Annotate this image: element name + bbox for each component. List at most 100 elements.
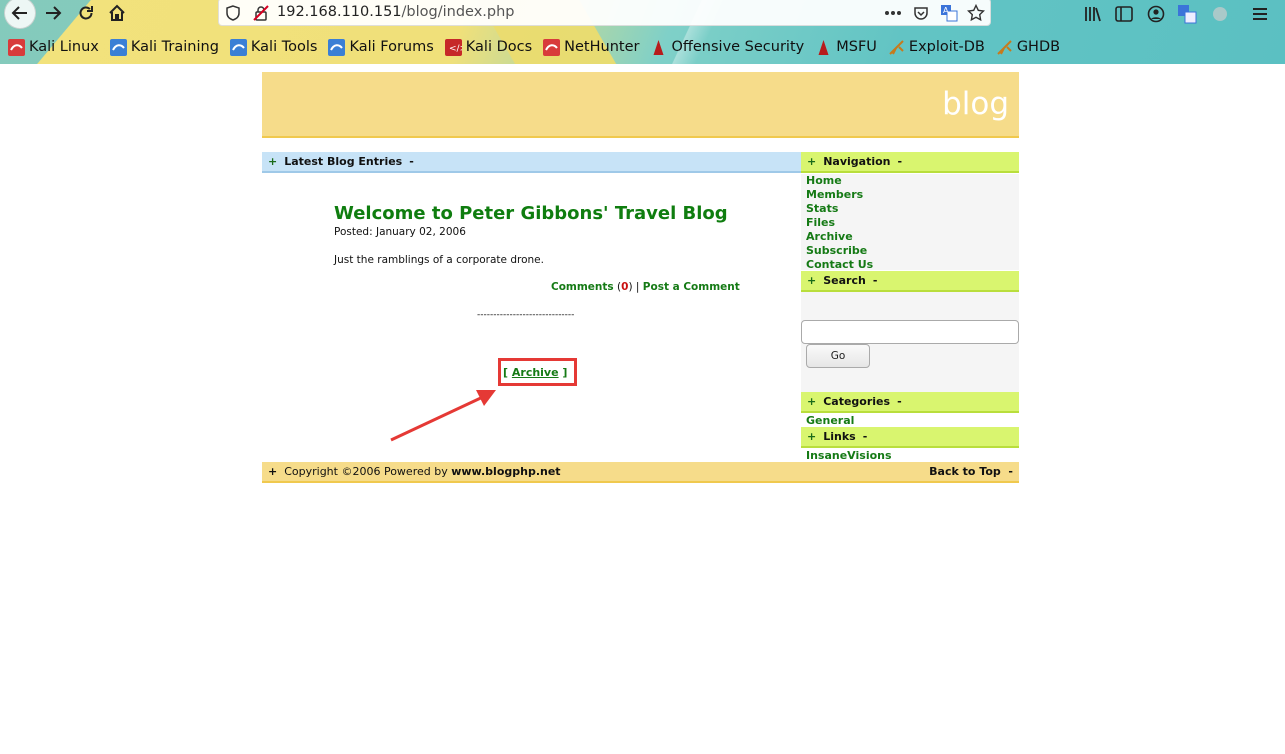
back-to-top-link[interactable]: Back to Top - <box>929 465 1013 478</box>
forward-button[interactable] <box>38 0 68 26</box>
footer-copyright: Copyright ©2006 Powered by <box>284 465 448 478</box>
insecure-lock-icon[interactable] <box>251 3 271 23</box>
categories-label: Categories <box>823 395 891 408</box>
nav-archive[interactable]: Archive <box>806 230 853 243</box>
bracket-close: ] <box>562 366 568 379</box>
ghdb-icon <box>996 39 1013 56</box>
expand-icon[interactable]: + <box>268 465 277 478</box>
home-button[interactable] <box>102 0 132 26</box>
nav-contact-us[interactable]: Contact Us <box>806 258 873 271</box>
bookmark-kali-tools[interactable]: Kali Tools <box>229 38 318 56</box>
kali-tools-icon <box>229 38 247 56</box>
bookmark-label: Kali Tools <box>250 39 318 55</box>
kali-forums-icon <box>328 38 346 56</box>
category-general[interactable]: General <box>806 414 854 427</box>
url-text[interactable]: 192.168.110.151/blog/index.php <box>277 4 515 20</box>
bookmark-label: Exploit-DB <box>908 39 985 55</box>
go-button[interactable]: Go <box>806 344 870 368</box>
nav-home[interactable]: Home <box>806 174 842 187</box>
bookmark-nethunter[interactable]: NetHunter <box>543 38 639 56</box>
bookmark-offensive-security[interactable]: Offensive Security <box>650 39 804 56</box>
bookmark-kali-docs[interactable]: </>Kali Docs <box>444 38 533 56</box>
bookmark-label: Kali Training <box>130 39 219 55</box>
bookmarks-toolbar: Kali Linux Kali Training Kali Tools Kali… <box>8 36 1071 58</box>
url-host: 192.168.110.151 <box>277 4 402 20</box>
links-bar: + Links - <box>801 427 1019 448</box>
svg-text:A: A <box>943 6 949 15</box>
address-bar[interactable]: 192.168.110.151/blog/index.php A <box>218 0 991 26</box>
msfu-icon <box>815 39 832 56</box>
svg-text:</>: </> <box>449 44 462 54</box>
bookmark-label: MSFU <box>836 39 877 55</box>
translate-extension-icon[interactable] <box>1176 3 1198 25</box>
expand-icon[interactable]: + <box>807 274 816 287</box>
categories-bar: + Categories - <box>801 392 1019 413</box>
arrow-left-icon <box>11 6 27 20</box>
search-input[interactable] <box>801 320 1019 344</box>
expand-icon[interactable]: + <box>807 430 816 443</box>
extension-icon[interactable] <box>1209 3 1231 25</box>
collapse-icon[interactable]: - <box>873 274 878 287</box>
nethunter-icon <box>543 38 561 56</box>
expand-icon[interactable]: + <box>268 155 277 168</box>
archive-link-group: [ Archive ] <box>503 366 567 379</box>
sidebar-toggle-icon[interactable] <box>1113 3 1135 25</box>
links-label: Links <box>823 430 856 443</box>
url-path: /blog/index.php <box>401 4 515 20</box>
page-actions-icon[interactable] <box>883 3 903 23</box>
footer-powered-by-link[interactable]: www.blogphp.net <box>451 465 560 478</box>
footer-bar: + Copyright ©2006 Powered by www.blogphp… <box>262 462 1019 483</box>
comments-paren-close: ) <box>628 281 633 293</box>
bookmark-star-icon[interactable] <box>966 3 986 23</box>
navigation-label: Navigation <box>823 155 891 168</box>
menu-icon[interactable] <box>1249 3 1271 25</box>
kali-training-icon <box>109 38 127 56</box>
post-comment-link[interactable]: Post a Comment <box>643 281 740 293</box>
collapse-icon[interactable]: - <box>897 395 902 408</box>
nav-files[interactable]: Files <box>806 216 835 229</box>
search-bar: + Search - <box>801 271 1019 292</box>
bookmark-label: Kali Linux <box>29 39 99 55</box>
comments-link[interactable]: Comments <box>551 281 614 293</box>
pocket-icon[interactable] <box>911 3 931 23</box>
library-icon[interactable] <box>1082 3 1104 25</box>
bookmark-kali-forums[interactable]: Kali Forums <box>328 38 434 56</box>
site-header: blog <box>262 72 1019 138</box>
link-insanevisions[interactable]: InsaneVisions <box>806 449 892 462</box>
post-date: Posted: January 02, 2006 <box>334 226 466 238</box>
browser-chrome: 192.168.110.151/blog/index.php A Kali Li… <box>0 0 1285 64</box>
arrow-right-icon <box>46 6 62 20</box>
kali-icon <box>8 38 25 56</box>
bookmark-ghdb[interactable]: GHDB <box>996 39 1060 56</box>
post-title: Welcome to Peter Gibbons' Travel Blog <box>334 203 728 224</box>
bookmark-label: Kali Forums <box>349 39 434 55</box>
latest-entries-label: Latest Blog Entries <box>284 155 403 168</box>
bookmark-msfu[interactable]: MSFU <box>815 39 877 56</box>
translate-icon[interactable]: A <box>939 3 959 23</box>
expand-icon[interactable]: + <box>807 395 816 408</box>
reload-icon <box>79 6 93 20</box>
expand-icon[interactable]: + <box>807 155 816 168</box>
search-label: Search <box>823 274 866 287</box>
collapse-icon[interactable]: - <box>863 430 868 443</box>
navigation-bar: + Navigation - <box>801 152 1019 173</box>
bookmark-label: Offensive Security <box>671 39 805 55</box>
bookmark-label: Kali Docs <box>465 39 533 55</box>
reload-button[interactable] <box>71 0 101 26</box>
bookmark-exploit-db[interactable]: Exploit-DB <box>888 39 985 56</box>
collapse-icon[interactable]: - <box>409 155 414 168</box>
bookmark-kali-training[interactable]: Kali Training <box>109 38 219 56</box>
offsec-icon <box>650 39 667 56</box>
kali-docs-icon: </> <box>444 38 467 56</box>
account-icon[interactable] <box>1145 3 1167 25</box>
archive-link[interactable]: Archive <box>512 366 559 379</box>
latest-entries-bar: + Latest Blog Entries - <box>262 152 801 173</box>
home-icon <box>109 4 125 21</box>
nav-members[interactable]: Members <box>806 188 863 201</box>
site-title: blog <box>942 86 1009 122</box>
shield-icon[interactable] <box>223 3 243 23</box>
bookmark-kali-linux[interactable]: Kali Linux <box>8 38 99 56</box>
collapse-icon[interactable]: - <box>898 155 903 168</box>
nav-subscribe[interactable]: Subscribe <box>806 244 867 257</box>
nav-stats[interactable]: Stats <box>806 202 838 215</box>
